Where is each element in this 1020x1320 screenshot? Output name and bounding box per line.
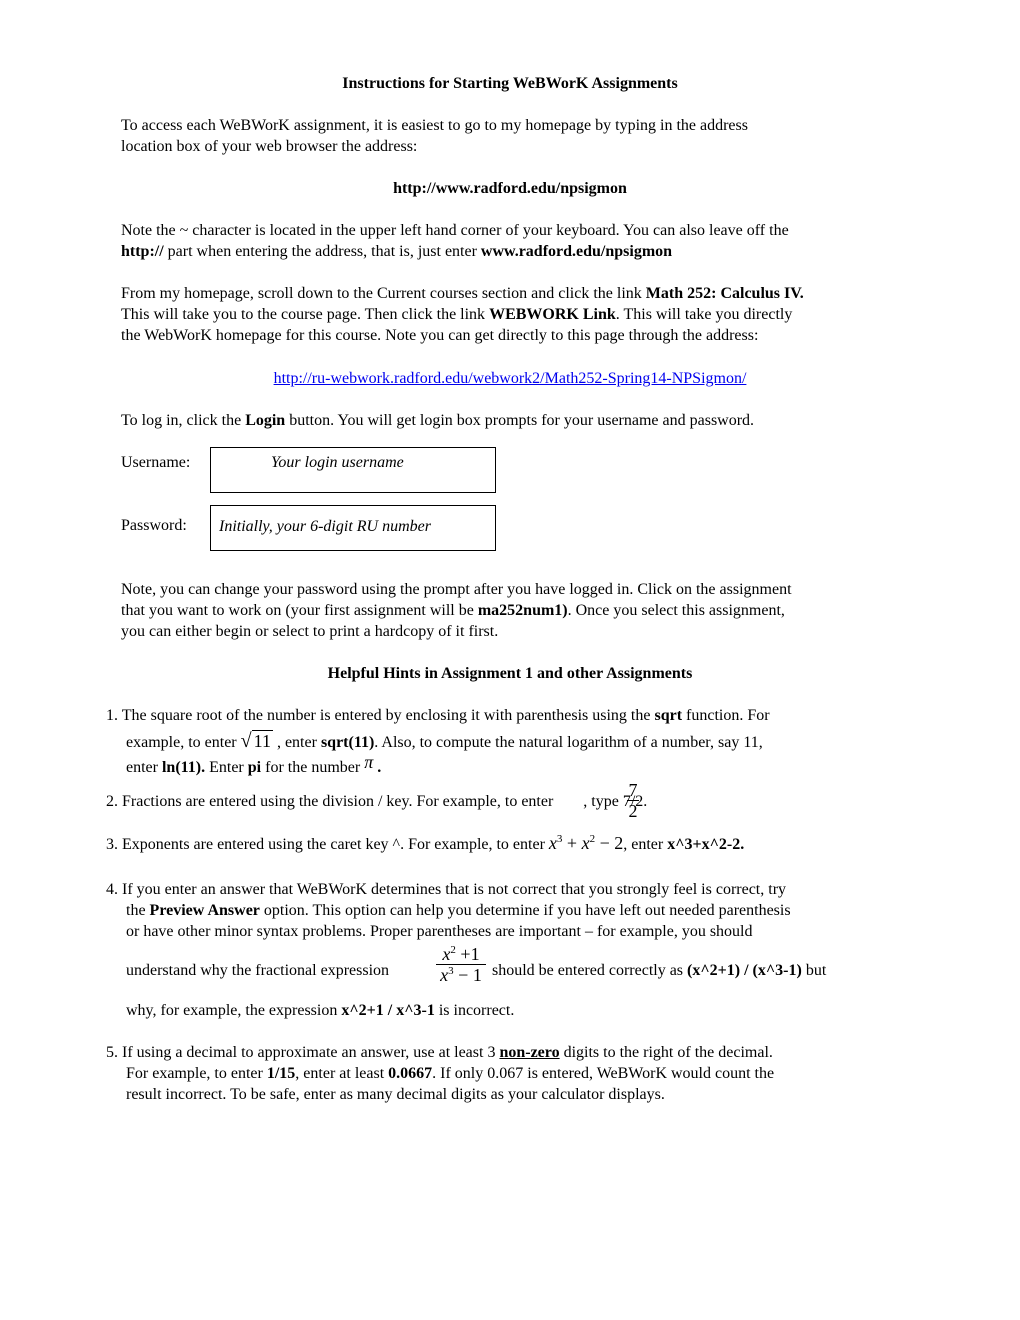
password-note-line-1: Note, you can change your password using… — [121, 581, 792, 598]
from-homepage-line-1: From my homepage, scroll down to the Cur… — [121, 285, 804, 302]
hint-2: 2. Fractions are entered using the divis… — [106, 793, 648, 810]
rational-denominator: x3 − 1 — [440, 965, 482, 985]
document-title: Instructions for Starting WeBWorK Assign… — [342, 75, 678, 92]
tilde-note-line-1: Note the ~ character is located in the u… — [121, 222, 789, 239]
password-box: Initially, your 6-digit RU number — [210, 505, 496, 551]
pi-symbol: π — [364, 752, 374, 772]
login-instructions: To log in, click the Login button. You w… — [121, 412, 755, 429]
course-url-link[interactable]: http://ru-webwork.radford.edu/webwork2/M… — [274, 370, 747, 387]
hint-1-line-1: 1. The square root of the number is ente… — [106, 707, 770, 724]
hint-4-line-4a: understand why the fractional expression — [126, 962, 390, 979]
hint-1-line-2: example, to enter √ 11 , enter sqrt(11). … — [126, 730, 763, 752]
hint-5-line-1: 5. If using a decimal to approximate an … — [106, 1044, 773, 1061]
hint-4-line-4b: should be entered correctly as (x^2+1) /… — [492, 962, 827, 979]
username-value: Your login username — [271, 454, 404, 471]
username-box: Your login username — [210, 447, 496, 493]
hint-1-line-3: enter ln(11). Enter pi for the number π … — [126, 752, 382, 776]
hint-4-line-2: the Preview Answer option. This option c… — [126, 902, 791, 919]
hint-4-line-1: 4. If you enter an answer that WeBWorK d… — [106, 881, 787, 898]
hints-title: Helpful Hints in Assignment 1 and other … — [327, 665, 693, 682]
from-homepage-line-3: the WebWorK homepage for this course. No… — [121, 327, 759, 344]
fraction-7-over-2: 7 2 — [624, 780, 642, 821]
password-value: Initially, your 6-digit RU number — [219, 518, 431, 535]
course-url-row: http://ru-webwork.radford.edu/webwork2/M… — [0, 369, 1020, 389]
password-label: Password: — [121, 517, 187, 534]
hint-5-line-3: result incorrect. To be safe, enter as m… — [126, 1086, 665, 1103]
password-note-line-2: that you want to work on (your first ass… — [121, 602, 785, 619]
intro-line-2: location box of your web browser the add… — [121, 138, 418, 155]
tilde-note-line-2: http:// part when entering the address, … — [121, 243, 673, 260]
hint-4-line-3: or have other minor syntax problems. Pro… — [126, 923, 753, 940]
sqrt-expression: √ 11 — [240, 730, 273, 752]
intro-line-1: To access each WeBWorK assignment, it is… — [121, 117, 748, 134]
hint-3: 3. Exponents are entered using the caret… — [106, 833, 745, 853]
hint-5-line-2: For example, to enter 1/15, enter at lea… — [126, 1065, 775, 1082]
username-label: Username: — [121, 454, 191, 471]
rational-expression: x2 +1 x3 − 1 — [434, 944, 488, 985]
homepage-url: http://www.radford.edu/npsigmon — [393, 180, 627, 197]
hint-4-line-5: why, for example, the expression x^2+1 /… — [126, 1002, 515, 1019]
fraction-denominator: 2 — [628, 801, 638, 821]
password-note-line-3: you can either begin or select to print … — [121, 623, 499, 640]
from-homepage-line-2: This will take you to the course page. T… — [121, 306, 793, 323]
polynomial-expression: x3 + x2 − 2 — [548, 833, 624, 853]
rational-numerator: x2 +1 — [442, 944, 480, 964]
fraction-numerator: 7 — [628, 780, 638, 800]
